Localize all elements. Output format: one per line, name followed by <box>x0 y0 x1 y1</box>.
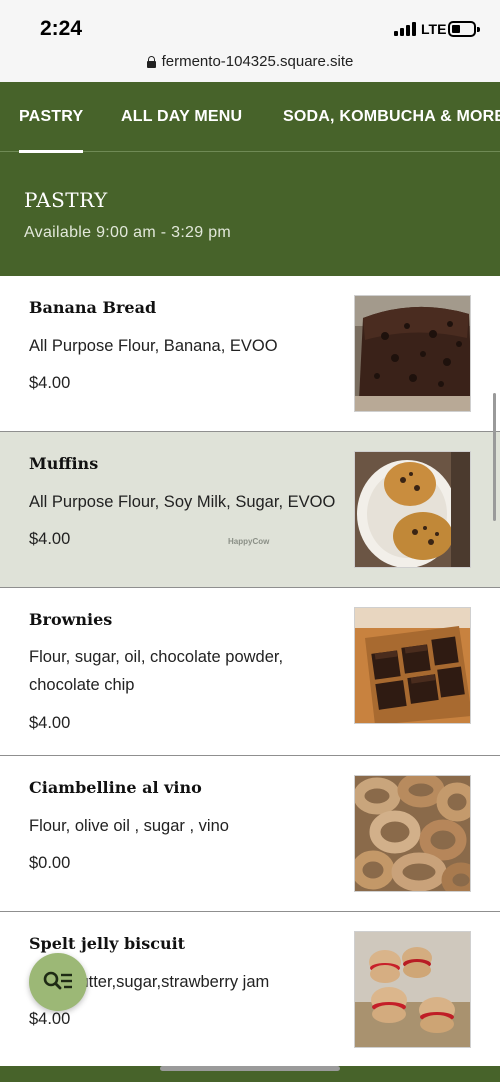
network-label: LTE <box>421 21 447 37</box>
clock: 2:24 <box>40 17 83 40</box>
lock-icon <box>146 56 156 68</box>
item-description: Flour, sugar, oil, chocolate powder, cho… <box>29 648 284 694</box>
item-name: Banana Bread <box>29 298 157 317</box>
status-bar: 2:24 LTE fermento-104325.square.site <box>0 0 500 82</box>
menu-item[interactable]: Brownies Flour, sugar, oil, chocolate po… <box>0 588 500 756</box>
scrollbar[interactable] <box>493 393 496 521</box>
item-name: Ciambelline al vino <box>29 778 202 797</box>
battery-icon <box>448 21 480 37</box>
tab-all-day-menu[interactable]: ALL DAY MENU <box>121 108 242 126</box>
item-price: $4.00 <box>29 1010 71 1028</box>
item-name: Spelt jelly biscuit <box>29 934 186 953</box>
ciambelline-photo <box>354 775 471 892</box>
menu-item[interactable]: Banana Bread All Purpose Flour, Banana, … <box>0 276 500 432</box>
banana-bread-photo <box>354 295 471 412</box>
address-bar[interactable]: fermento-104325.square.site <box>0 53 500 70</box>
item-description: Flour, olive oil , sugar , vino <box>29 817 229 835</box>
menu-search-button[interactable] <box>29 953 87 1011</box>
item-name: Muffins <box>29 454 99 473</box>
spelt-biscuit-photo <box>354 931 471 1048</box>
menu-header: PASTRY ALL DAY MENU SODA, KOMBUCHA & MOR… <box>0 82 500 276</box>
item-description: All Purpose Flour, Soy Milk, Sugar, EVOO <box>29 493 336 511</box>
item-price: $0.00 <box>29 854 71 872</box>
section-title: PASTRY <box>24 188 108 212</box>
item-price: $4.00 <box>29 714 71 732</box>
menu-item[interactable]: Ciambelline al vino Flour, olive oil , s… <box>0 756 500 912</box>
signal-icon <box>394 22 418 36</box>
item-name: Brownies <box>29 610 113 629</box>
active-tab-indicator <box>19 150 83 153</box>
watermark: HappyCow <box>228 537 270 546</box>
tab-pastry[interactable]: PASTRY <box>19 108 83 126</box>
menu-item[interactable]: Muffins All Purpose Flour, Soy Milk, Sug… <box>0 432 500 588</box>
search-list-icon <box>43 971 72 990</box>
item-price: $4.00 <box>29 374 71 392</box>
brownies-photo <box>354 607 471 724</box>
url-text: fermento-104325.square.site <box>161 53 354 70</box>
tab-soda-kombucha[interactable]: SODA, KOMBUCHA & MORE <box>283 108 500 126</box>
item-price: $4.00 <box>29 530 71 548</box>
section-availability: Available 9:00 am - 3:29 pm <box>24 224 232 241</box>
muffins-photo <box>354 451 471 568</box>
category-tabs: PASTRY ALL DAY MENU SODA, KOMBUCHA & MOR… <box>0 82 500 153</box>
item-description: All Purpose Flour, Banana, EVOO <box>29 337 278 355</box>
home-indicator[interactable] <box>160 1066 340 1071</box>
